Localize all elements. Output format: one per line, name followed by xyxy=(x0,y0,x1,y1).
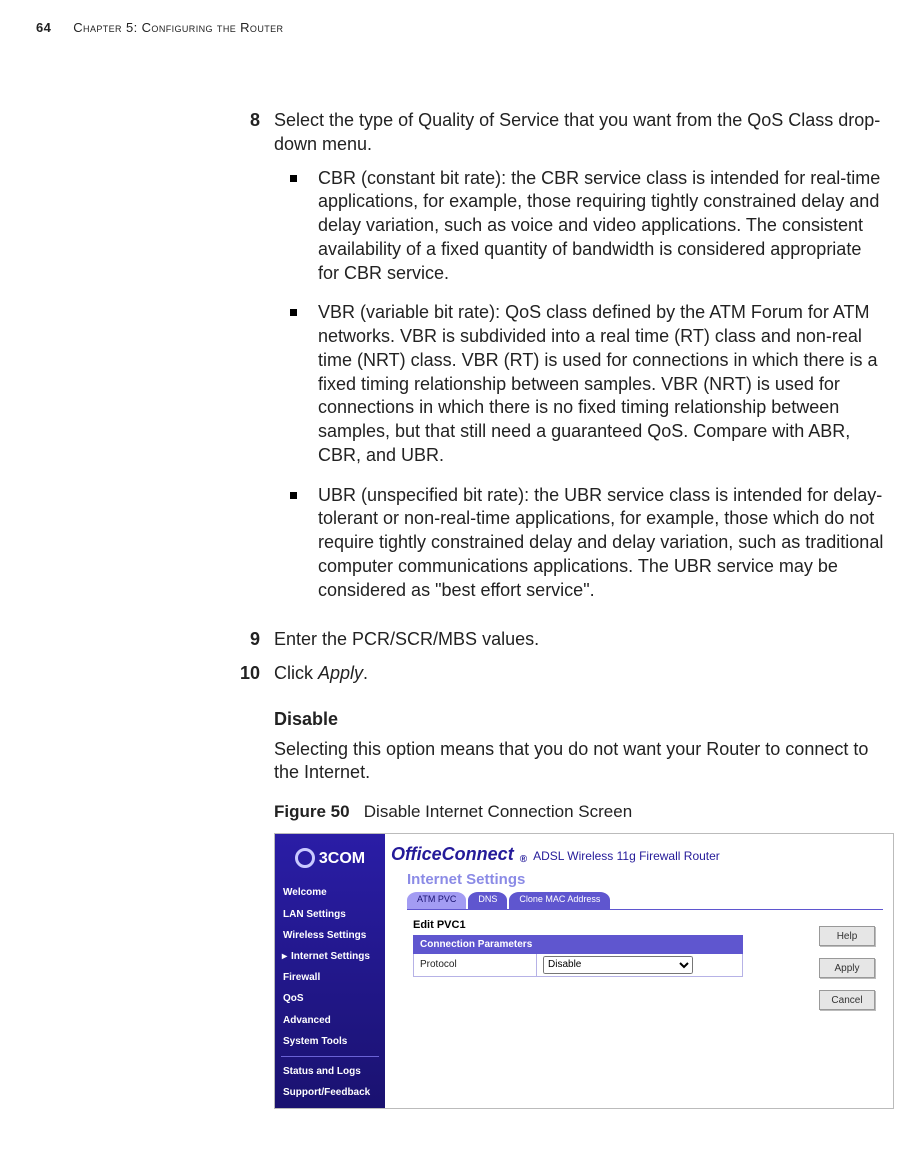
tab-clone-mac[interactable]: Clone MAC Address xyxy=(509,892,610,909)
nav-support[interactable]: Support/Feedback xyxy=(281,1082,379,1103)
action-buttons: Help Apply Cancel xyxy=(819,926,875,1010)
nav-status[interactable]: Status and Logs xyxy=(281,1061,379,1082)
table-header: Connection Parameters xyxy=(414,935,743,953)
figure-caption: Figure 50 Disable Internet Connection Sc… xyxy=(274,801,884,823)
step-number: 8 xyxy=(204,109,274,618)
step-text: Enter the PCR/SCR/MBS values. xyxy=(274,628,884,652)
protocol-label: Protocol xyxy=(414,953,537,976)
protocol-cell: Disable xyxy=(537,953,743,976)
nav-internet[interactable]: Internet Settings xyxy=(281,946,379,967)
registered-mark: ® xyxy=(520,853,527,866)
nav-lan[interactable]: LAN Settings xyxy=(281,904,379,925)
qos-bullet-list: CBR (constant bit rate): the CBR service… xyxy=(274,167,884,603)
apply-button[interactable]: Apply xyxy=(819,958,875,978)
vendor-logo-text: 3COM xyxy=(319,848,365,869)
bullet-cbr: CBR (constant bit rate): the CBR service… xyxy=(274,167,884,286)
disable-paragraph: Selecting this option means that you do … xyxy=(274,738,884,786)
nav-divider xyxy=(281,1056,379,1057)
logo-ring-icon xyxy=(295,848,315,868)
step-number: 9 xyxy=(204,628,274,652)
form-area: Edit PVC1 Connection Parameters Protocol… xyxy=(385,910,893,977)
nav-advanced[interactable]: Advanced xyxy=(281,1010,379,1031)
router-main-panel: OfficeConnect ® ADSL Wireless 11g Firewal… xyxy=(385,834,893,1108)
product-model: ADSL Wireless 11g Firewall Router xyxy=(533,849,720,867)
nav-qos[interactable]: QoS xyxy=(281,988,379,1009)
step-number: 10 xyxy=(204,662,274,686)
page-number: 64 xyxy=(36,20,51,35)
figure-title: Disable Internet Connection Screen xyxy=(364,802,632,821)
edit-pvc-title: Edit PVC1 xyxy=(413,918,885,933)
sidebar-nav: Welcome LAN Settings Wireless Settings I… xyxy=(275,882,385,1103)
tab-bar: ATM PVC DNS Clone MAC Address xyxy=(385,892,893,909)
figure-50: 3COM Welcome LAN Settings Wireless Setti… xyxy=(274,833,894,1109)
router-sidebar: 3COM Welcome LAN Settings Wireless Setti… xyxy=(275,834,385,1108)
nav-welcome[interactable]: Welcome xyxy=(281,882,379,903)
figure-label: Figure 50 xyxy=(274,802,350,821)
router-ui-screenshot: 3COM Welcome LAN Settings Wireless Setti… xyxy=(274,833,894,1109)
cancel-button[interactable]: Cancel xyxy=(819,990,875,1010)
bullet-ubr: UBR (unspecified bit rate): the UBR serv… xyxy=(274,484,884,603)
tab-atm-pvc[interactable]: ATM PVC xyxy=(407,892,466,909)
step-10: 10 Click Apply. xyxy=(204,662,884,686)
bullet-vbr: VBR (variable bit rate): QoS class defin… xyxy=(274,301,884,467)
step-text-pre: Click xyxy=(274,663,318,683)
protocol-select[interactable]: Disable xyxy=(543,956,693,974)
step-text: Click Apply. xyxy=(274,662,884,686)
product-brand: OfficeConnect ® ADSL Wireless 11g Firewal… xyxy=(385,834,893,866)
apply-word: Apply xyxy=(318,663,363,683)
running-header: 64 Chapter 5: Configuring the Router xyxy=(36,20,877,35)
tab-dns[interactable]: DNS xyxy=(468,892,507,909)
nav-system[interactable]: System Tools xyxy=(281,1031,379,1052)
disable-heading: Disable xyxy=(274,708,884,732)
nav-firewall[interactable]: Firewall xyxy=(281,967,379,988)
step-8: 8 Select the type of Quality of Service … xyxy=(204,109,884,618)
vendor-logo: 3COM xyxy=(275,834,385,882)
brand-name: OfficeConnect xyxy=(391,843,514,867)
body-text: 8 Select the type of Quality of Service … xyxy=(204,109,884,1109)
help-button[interactable]: Help xyxy=(819,926,875,946)
step-text-post: . xyxy=(363,663,368,683)
chapter-title: Chapter 5: Configuring the Router xyxy=(73,20,283,35)
nav-wireless[interactable]: Wireless Settings xyxy=(281,925,379,946)
section-title: Internet Settings xyxy=(385,870,893,890)
step-9: 9 Enter the PCR/SCR/MBS values. xyxy=(204,628,884,652)
step-text: Select the type of Quality of Service th… xyxy=(274,110,880,154)
connection-params-table: Connection Parameters Protocol Disable xyxy=(413,935,743,977)
table-row: Protocol Disable xyxy=(414,953,743,976)
